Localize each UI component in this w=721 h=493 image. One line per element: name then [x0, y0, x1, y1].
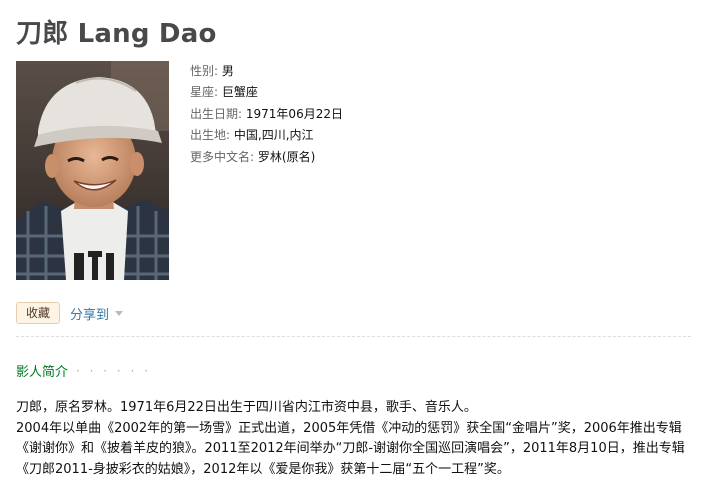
- info-value: 巨蟹座: [221, 85, 258, 100]
- section-header-bio: 影人简介 · · · · · ·: [16, 361, 151, 381]
- info-value: 中国,四川,内江: [233, 128, 314, 143]
- info-separator: :: [250, 149, 255, 164]
- info-row-birthdate: 出生日期: 1971年06月22日: [190, 104, 343, 125]
- section-title: 影人简介: [16, 365, 69, 380]
- info-row-constellation: 星座: 巨蟹座: [190, 82, 343, 103]
- share-label: 分享到: [70, 307, 110, 323]
- info-separator: :: [214, 64, 219, 78]
- page-title: 刀郎 Lang Dao: [16, 19, 217, 49]
- share-dropdown[interactable]: 分享到: [70, 304, 124, 323]
- info-separator: :: [214, 85, 219, 100]
- section-dots: · · · · · ·: [76, 363, 151, 378]
- info-label: 星座: [190, 85, 215, 100]
- info-separator: :: [238, 106, 243, 121]
- info-label: 出生日期: [190, 106, 239, 121]
- info-value: 男: [221, 64, 234, 78]
- info-row-gender: 性别: 男: [190, 61, 343, 82]
- bio-paragraph: 刀郎，原名罗林。1971年6月22日出生于四川省内江市资中县，歌手、音乐人。: [16, 400, 477, 415]
- bio-paragraph: 2004年以单曲《2002年的第一场雪》正式出道，2005年凭借《冲动的惩罚》获…: [16, 420, 685, 477]
- collect-button[interactable]: 收藏: [16, 302, 61, 324]
- portrait-photo[interactable]: [16, 61, 169, 280]
- info-list: 性别: 男 星座: 巨蟹座 出生日期: 1971年06月22日 出生地: 中国,…: [190, 61, 343, 168]
- info-label: 更多中文名: [190, 149, 251, 164]
- action-bar: 收藏 分享到: [16, 302, 124, 324]
- caret-down-icon: [115, 306, 124, 321]
- portrait-photo-image: [16, 61, 169, 280]
- info-label: 出生地: [190, 128, 227, 143]
- info-value: 罗林(原名): [257, 149, 316, 164]
- info-separator: :: [226, 128, 231, 143]
- info-row-birthplace: 出生地: 中国,四川,内江: [190, 125, 343, 146]
- bio-text: 刀郎，原名罗林。1971年6月22日出生于四川省内江市资中县，歌手、音乐人。 2…: [16, 398, 696, 480]
- info-label: 性别: [190, 64, 215, 78]
- info-row-other-names: 更多中文名: 罗林(原名): [190, 147, 343, 168]
- divider: [16, 336, 691, 337]
- info-value: 1971年06月22日: [245, 106, 343, 121]
